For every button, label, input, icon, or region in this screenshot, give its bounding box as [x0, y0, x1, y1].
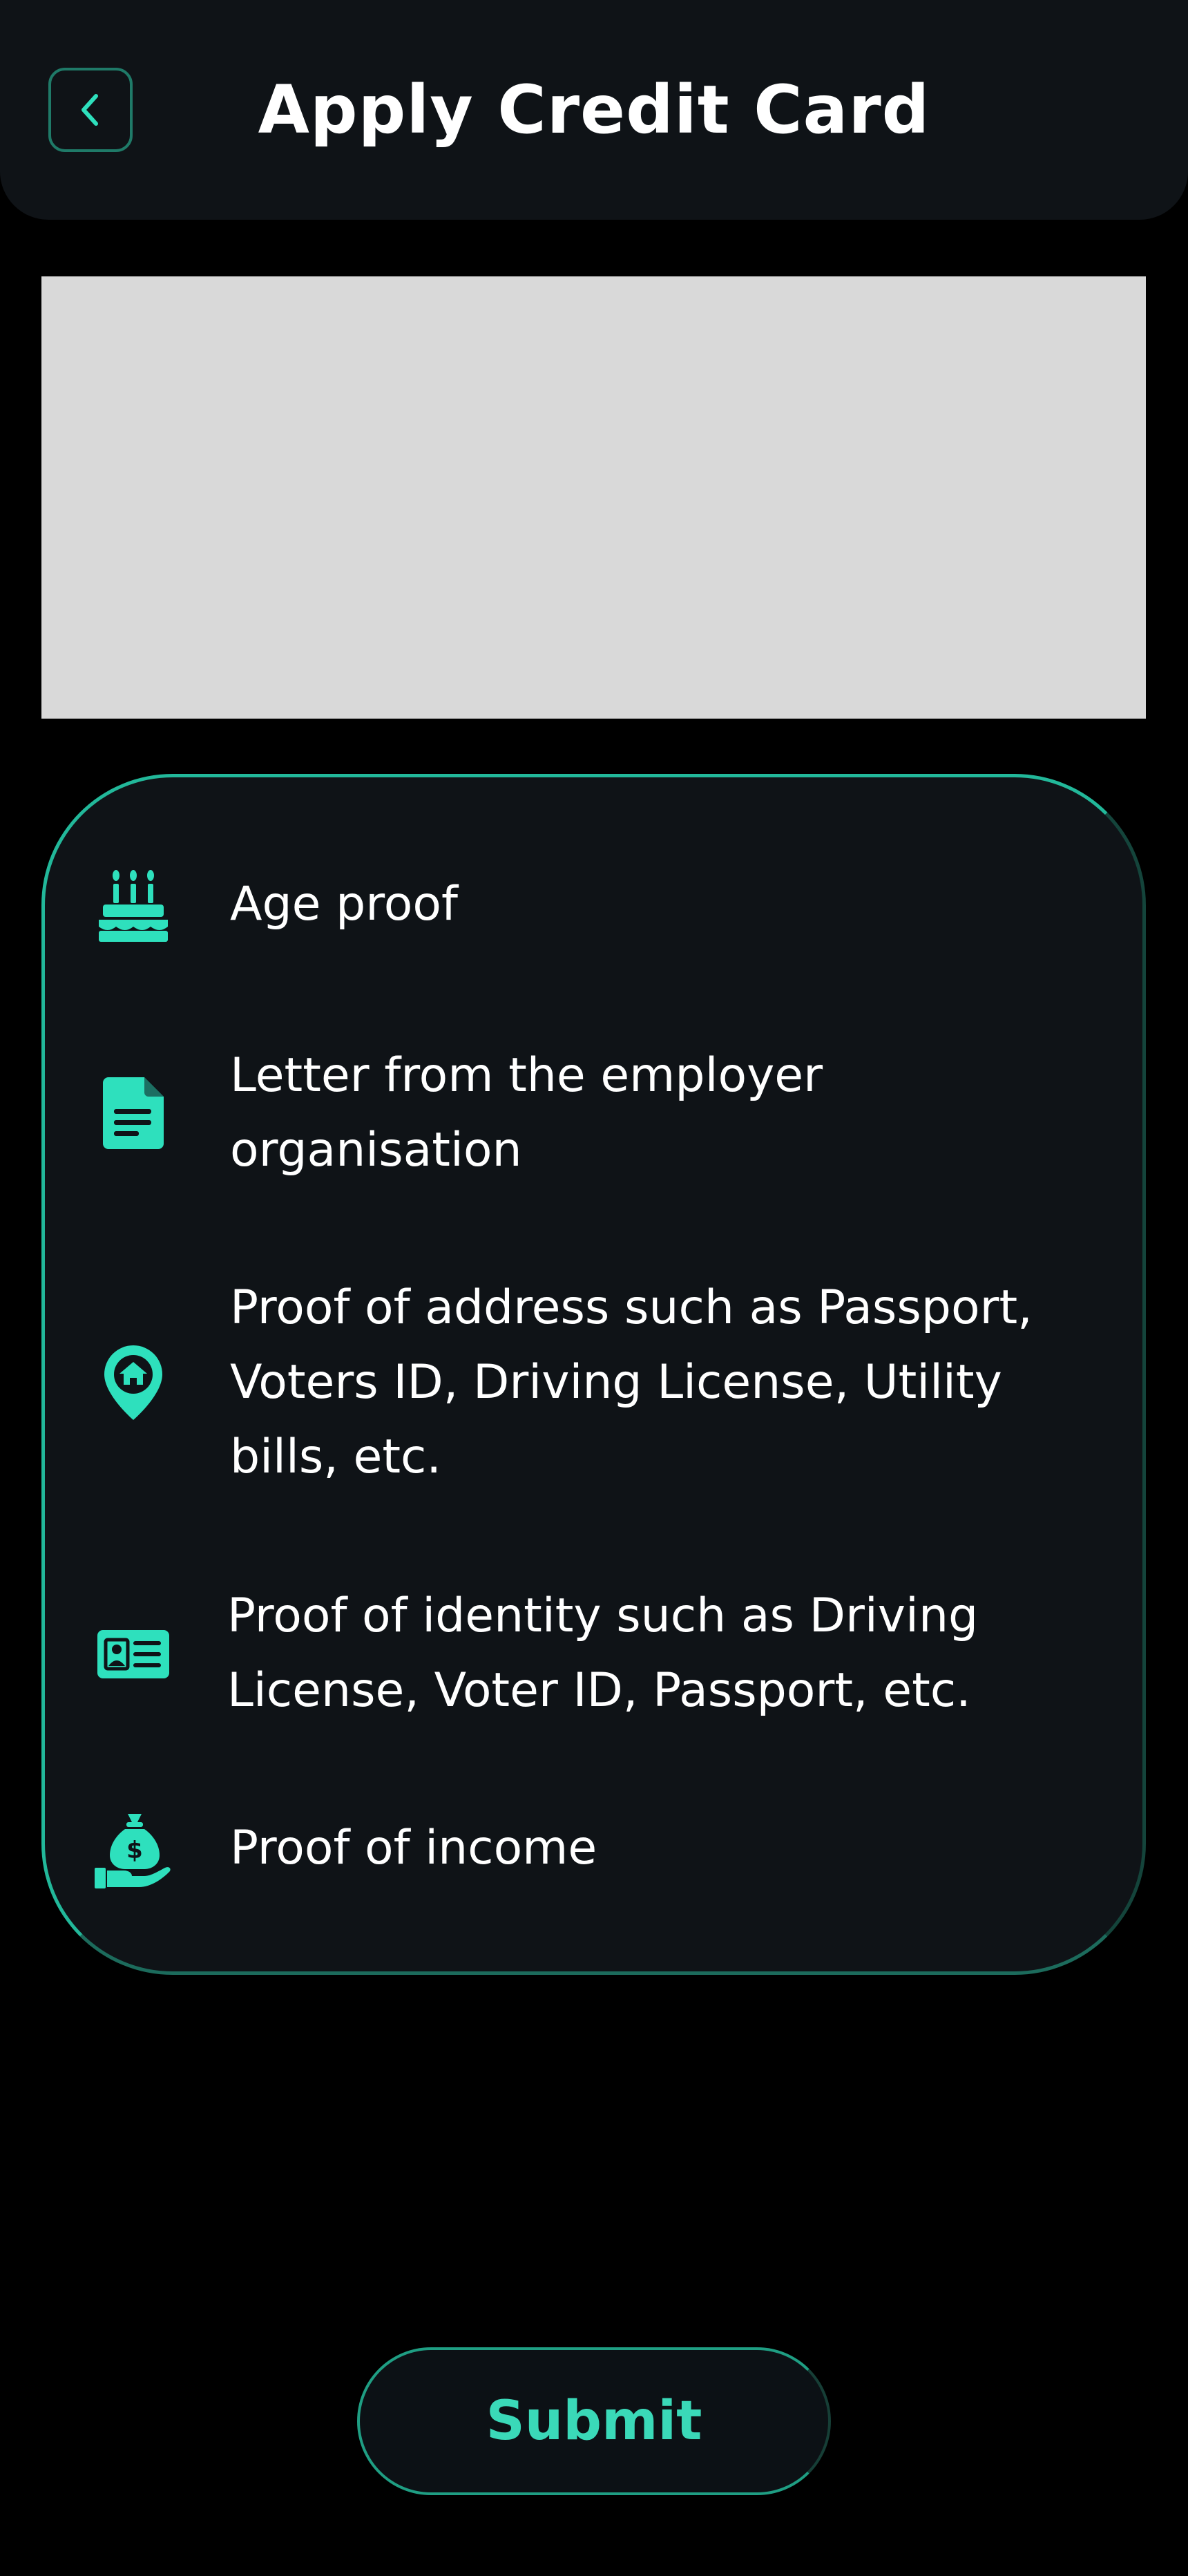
list-item-label: Proof of income — [230, 1821, 597, 1875]
submit-button[interactable]: Submit — [357, 2347, 831, 2495]
app-header: Apply Credit Card — [0, 0, 1188, 220]
home-location-pin-icon — [104, 1345, 162, 1420]
list-item-label: Age proof — [230, 877, 458, 931]
required-documents-card: Age proof Letter from the employer organ… — [41, 774, 1146, 1975]
document-icon — [103, 1077, 164, 1149]
svg-text:$: $ — [126, 1837, 143, 1864]
page-title: Apply Credit Card — [258, 71, 930, 149]
banner-image-placeholder — [41, 276, 1146, 719]
list-item-label: Proof of address such as Passport, Voter… — [230, 1280, 1033, 1484]
id-card-icon — [97, 1630, 169, 1678]
birthday-cake-icon — [99, 870, 168, 942]
money-bag-hand-icon: $ — [95, 1814, 171, 1888]
list-item-label: Proof of identity such as Driving Licens… — [227, 1589, 979, 1718]
list-item-label: Letter from the employer organisation — [230, 1048, 823, 1177]
